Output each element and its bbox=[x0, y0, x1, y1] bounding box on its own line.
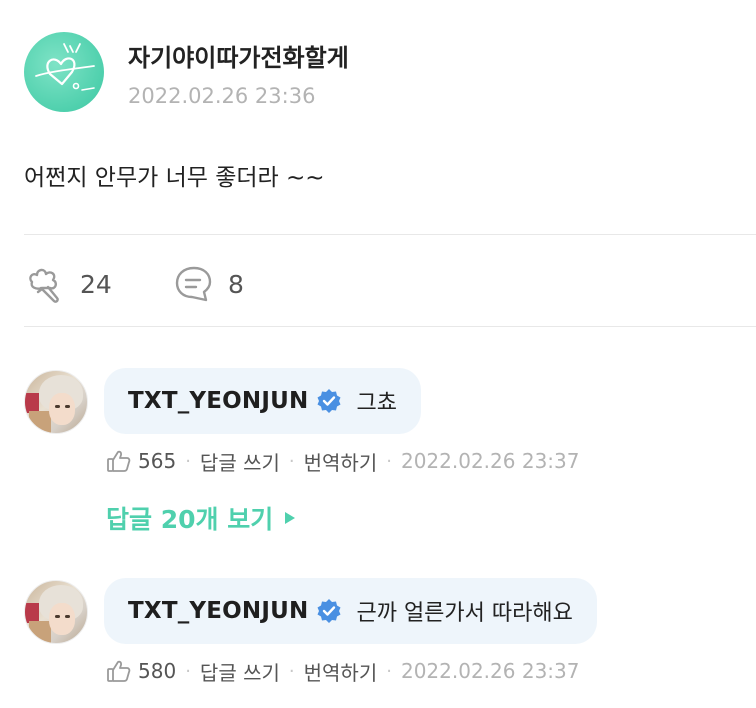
comment-text: 그쵸 bbox=[356, 391, 397, 416]
thumbs-up-icon[interactable] bbox=[106, 658, 132, 684]
comment-meta: 565 · 답글 쓰기 · 번역하기 · 2022.02.26 23:37 bbox=[106, 446, 579, 476]
separator-dot: · bbox=[288, 450, 295, 472]
commenter-username[interactable]: TXT_YEONJUN bbox=[128, 598, 308, 624]
post-author-name[interactable]: 자기야이따가전화할게 bbox=[128, 38, 349, 73]
like-button[interactable]: 24 bbox=[24, 262, 112, 306]
comment-meta: 580 · 답글 쓰기 · 번역하기 · 2022.02.26 23:37 bbox=[106, 656, 579, 686]
author-avatar[interactable] bbox=[24, 32, 104, 112]
post-body-text: 어쩐지 안무가 너무 좋더라 ~~ bbox=[24, 165, 325, 191]
reply-link[interactable]: 답글 쓰기 bbox=[200, 447, 280, 476]
divider bbox=[24, 326, 756, 327]
commenter-avatar[interactable] bbox=[24, 580, 88, 644]
triangle-right-icon bbox=[285, 512, 296, 524]
comment-count: 8 bbox=[228, 269, 244, 299]
comment-timestamp: 2022.02.26 23:37 bbox=[400, 659, 580, 683]
view-replies-link[interactable]: 답글 20개 보기 bbox=[106, 500, 297, 536]
reply-link[interactable]: 답글 쓰기 bbox=[200, 657, 280, 686]
commenter-username[interactable]: TXT_YEONJUN bbox=[128, 388, 308, 414]
translate-link[interactable]: 번역하기 bbox=[304, 447, 378, 476]
comment-bubble: TXT_YEONJUN 근까 얼른가서 따라해요 bbox=[104, 578, 597, 644]
speech-bubble-icon bbox=[175, 266, 212, 302]
thumbs-up-icon[interactable] bbox=[106, 448, 132, 474]
comment-item: TXT_YEONJUN 그쵸 565 · 답글 쓰기 · 번역하기 · 2022… bbox=[24, 368, 756, 488]
comment-button[interactable]: 8 bbox=[172, 262, 244, 306]
post-timestamp: 2022.02.26 23:36 bbox=[128, 84, 316, 108]
separator-dot: · bbox=[386, 660, 392, 682]
divider bbox=[24, 234, 756, 235]
bouquet-like-icon bbox=[29, 268, 59, 303]
comment-text: 근까 얼른가서 따라해요 bbox=[356, 601, 573, 626]
translate-link[interactable]: 번역하기 bbox=[304, 657, 378, 686]
separator-dot: · bbox=[185, 450, 191, 472]
commenter-avatar[interactable] bbox=[24, 370, 88, 434]
comment-like-count: 580 bbox=[138, 659, 177, 683]
separator-dot: · bbox=[288, 660, 295, 682]
doodle-heart-icon bbox=[35, 43, 95, 91]
comment-timestamp: 2022.02.26 23:37 bbox=[400, 449, 580, 473]
view-replies-label: 답글 20개 보기 bbox=[106, 505, 274, 534]
verified-badge-icon bbox=[317, 599, 341, 623]
separator-dot: · bbox=[386, 450, 392, 472]
separator-dot: · bbox=[185, 660, 191, 682]
verified-badge-icon bbox=[317, 389, 341, 413]
comment-item: TXT_YEONJUN 근까 얼른가서 따라해요 580 · 답글 쓰기 · 번… bbox=[24, 578, 756, 698]
comment-like-count: 565 bbox=[138, 449, 177, 473]
like-count: 24 bbox=[80, 269, 112, 299]
comment-bubble: TXT_YEONJUN 그쵸 bbox=[104, 368, 421, 434]
